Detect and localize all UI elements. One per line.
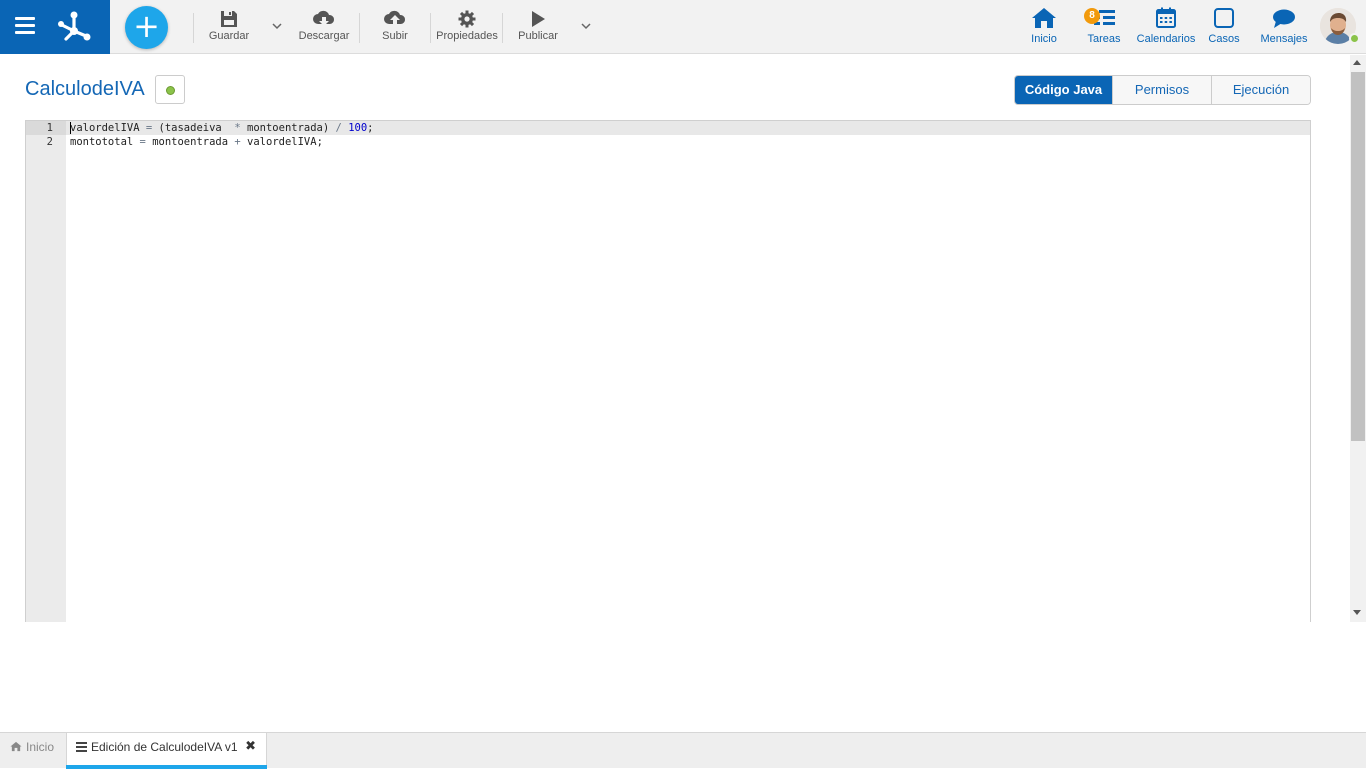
code-token: montototal: [70, 136, 140, 148]
chat-bubble-icon: [1273, 9, 1295, 28]
properties-button[interactable]: Propiedades: [435, 8, 499, 48]
toolbar-divider: [193, 13, 194, 43]
publish-button[interactable]: Publicar: [517, 8, 559, 48]
save-label: Guardar: [208, 30, 250, 42]
toolbar-divider: [359, 13, 360, 43]
line-number: 1: [26, 121, 66, 135]
upload-label: Subir: [382, 30, 408, 42]
bottom-tab-home[interactable]: Inicio: [0, 733, 65, 768]
nav-tasks-label: Tareas: [1087, 33, 1121, 45]
presence-indicator: [1349, 33, 1360, 44]
code-token: valordelIVA: [70, 122, 146, 134]
square-icon: [1214, 8, 1234, 28]
tab-permissions[interactable]: Permisos: [1113, 76, 1212, 104]
gear-icon: [458, 10, 476, 28]
toolbar-divider: [502, 13, 503, 43]
brand-area: [0, 0, 110, 54]
bottom-tab-edit[interactable]: Edición de CalculodeIVA v1 ✖: [66, 733, 267, 769]
scroll-down-icon[interactable]: [1353, 610, 1361, 615]
cloud-download-icon: [313, 10, 335, 26]
code-line[interactable]: montototal = montoentrada + valordelIVA;: [66, 135, 1310, 149]
page-title: CalculodeIVA: [25, 78, 145, 100]
tab-execution[interactable]: Ejecución: [1212, 76, 1310, 104]
home-icon: [10, 742, 22, 752]
download-label: Descargar: [298, 30, 350, 42]
properties-label: Propiedades: [436, 30, 498, 42]
scrollbar-thumb[interactable]: [1351, 72, 1365, 441]
play-icon: [532, 11, 545, 27]
close-icon[interactable]: ✖: [245, 733, 256, 761]
code-editor[interactable]: 1 2 valordelIVA = (tasadeiva * montoentr…: [25, 120, 1311, 622]
download-button[interactable]: Descargar: [297, 8, 351, 48]
publish-label: Publicar: [518, 30, 558, 42]
nav-calendars-label: Calendarios: [1136, 33, 1196, 45]
scroll-up-icon[interactable]: [1353, 60, 1361, 65]
calendar-icon: [1156, 7, 1176, 28]
chevron-down-icon[interactable]: [580, 20, 592, 32]
code-token: ;: [367, 122, 374, 134]
text-caret: [70, 122, 71, 134]
chevron-down-icon[interactable]: [271, 20, 283, 32]
bottom-tab-bar: Inicio Edición de CalculodeIVA v1 ✖: [0, 732, 1366, 769]
nav-home[interactable]: Inicio: [1028, 7, 1060, 49]
status-button[interactable]: [155, 75, 185, 104]
floppy-disk-icon: [221, 11, 237, 27]
upload-button[interactable]: Subir: [377, 8, 413, 48]
toolbar-divider: [430, 13, 431, 43]
save-button[interactable]: Guardar: [206, 8, 252, 48]
code-line[interactable]: valordelIVA = (tasadeiva * montoentrada)…: [66, 121, 1310, 135]
line-number-gutter: 1 2: [26, 121, 66, 622]
nav-messages[interactable]: Mensajes: [1259, 7, 1309, 49]
nav-cases-label: Casos: [1208, 33, 1240, 45]
nav-cases[interactable]: Casos: [1206, 7, 1242, 49]
home-icon: [1032, 8, 1056, 28]
active-tab-indicator: [66, 765, 267, 769]
code-token: montoentrada): [240, 122, 336, 134]
nav-home-label: Inicio: [1031, 33, 1057, 45]
bottom-tab-home-label: Inicio: [26, 740, 55, 754]
code-token: 100: [348, 122, 368, 134]
cloud-upload-icon: [384, 10, 406, 26]
view-tabs: Código Java Permisos Ejecución: [1014, 75, 1311, 105]
tasks-badge: 8: [1084, 8, 1100, 24]
nav-calendars[interactable]: Calendarios: [1135, 7, 1197, 49]
add-button[interactable]: +: [125, 6, 168, 49]
tab-java-code[interactable]: Código Java: [1015, 76, 1113, 104]
code-area[interactable]: valordelIVA = (tasadeiva * montoentrada)…: [66, 121, 1310, 622]
code-token: (tasadeiva: [152, 122, 235, 134]
code-token: valordelIVA;: [240, 136, 323, 148]
nav-messages-label: Mensajes: [1260, 33, 1308, 45]
hamburger-icon[interactable]: [15, 17, 35, 35]
line-number: 2: [46, 136, 53, 148]
code-token: montoentrada: [145, 136, 235, 148]
app-logo-icon[interactable]: [55, 8, 93, 46]
status-dot: [166, 86, 175, 95]
bottom-tab-edit-label: Edición de CalculodeIVA v1: [91, 740, 238, 754]
list-icon: [76, 741, 87, 752]
top-bar: + Guardar Descargar Subir Propiedades Pu…: [0, 0, 1366, 54]
